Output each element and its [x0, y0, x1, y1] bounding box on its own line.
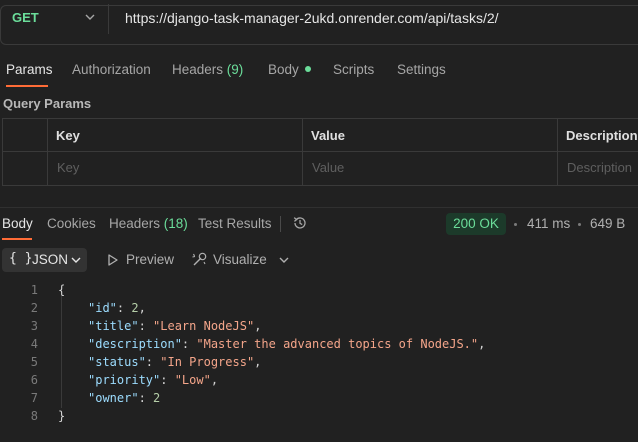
line-number: 1 [30, 283, 38, 297]
params-table-row-divider [2, 151, 638, 152]
code-line[interactable]: "status": "In Progress", [88, 355, 261, 369]
response-time[interactable]: 411 ms [527, 216, 570, 231]
history-icon[interactable] [292, 215, 308, 231]
tab-label: Headers [109, 216, 161, 231]
json-open-brace: { [58, 283, 66, 297]
query-params-title: Query Params [3, 96, 92, 111]
line-number: 3 [30, 319, 38, 333]
line-number: 6 [30, 373, 38, 387]
tab-label: Params [6, 62, 53, 77]
params-table-col-divider [47, 118, 48, 185]
json-value: "In Progress" [160, 355, 255, 369]
body-indicator-dot [304, 66, 311, 73]
code-line[interactable]: "priority": "Low", [88, 373, 218, 387]
description-input[interactable]: Description [567, 160, 632, 175]
tab-label: Settings [397, 62, 446, 77]
json-value: 2 [131, 301, 139, 315]
response-tab-cookies[interactable]: Cookies [47, 216, 96, 231]
json-key: "status" [88, 355, 146, 369]
code-line[interactable]: "description": "Master the advanced topi… [88, 337, 485, 351]
tab-label: Body [2, 216, 33, 231]
json-key: "id" [88, 301, 117, 315]
value-input[interactable]: Value [312, 160, 344, 175]
braces-icon: { } [9, 251, 33, 266]
active-tab-underline [6, 85, 48, 87]
tab-params[interactable]: Params [6, 62, 53, 77]
tab-label: Authorization [72, 62, 151, 77]
key-input[interactable]: Key [57, 160, 79, 175]
line-number: 2 [30, 301, 38, 315]
url-input[interactable]: https://django-task-manager-2ukd.onrende… [125, 10, 499, 26]
format-label: JSON [32, 252, 69, 267]
json-comma: , [210, 373, 219, 387]
json-key: "priority" [88, 373, 161, 387]
column-header-key: Key [56, 128, 80, 143]
headers-count: (18) [163, 216, 188, 231]
json-comma: , [138, 301, 146, 315]
line-number: 7 [30, 391, 38, 405]
chevron-down-icon[interactable] [84, 11, 96, 23]
tab-authorization[interactable]: Authorization [72, 62, 151, 77]
visualize-button[interactable]: Visualize [213, 252, 267, 267]
tab-label: Cookies [47, 216, 96, 231]
toolbar-separator [280, 216, 281, 232]
code-line[interactable]: "title": "Learn NodeJS", [88, 319, 261, 333]
line-number: 4 [30, 337, 38, 351]
json-value: "Master the advanced topics of NodeJS." [196, 337, 479, 351]
url-divider [108, 4, 109, 34]
code-line[interactable]: "id": 2, [88, 301, 146, 315]
meta-separator-dot [578, 223, 581, 226]
tab-scripts[interactable]: Scripts [333, 62, 374, 77]
json-close-brace: } [58, 409, 66, 423]
response-tab-body[interactable]: Body [2, 216, 33, 231]
json-key: "description" [88, 337, 182, 351]
chevron-down-icon [71, 257, 81, 263]
tab-label: Body [268, 62, 299, 77]
visualize-icon [192, 252, 207, 266]
json-comma: , [478, 337, 486, 351]
response-tab-test-results[interactable]: Test Results [198, 216, 272, 231]
params-table-col-divider [557, 118, 558, 185]
tab-settings[interactable]: Settings [397, 62, 446, 77]
line-number: 5 [30, 355, 38, 369]
headers-count: (9) [226, 62, 244, 77]
line-number: 8 [30, 409, 38, 423]
tab-headers[interactable]: Headers (9) [172, 62, 243, 77]
preview-button[interactable]: Preview [126, 252, 174, 267]
json-comma: , [254, 355, 262, 369]
pane-divider[interactable] [0, 207, 638, 208]
meta-separator-dot [514, 223, 517, 226]
tab-label: Test Results [198, 216, 272, 231]
method-select[interactable]: GET [12, 10, 39, 25]
json-key: "title" [88, 319, 139, 333]
status-badge[interactable]: 200 OK [446, 213, 506, 235]
tab-body[interactable]: Body [268, 62, 311, 77]
json-comma: , [254, 319, 262, 333]
play-icon [108, 254, 118, 266]
json-value: "Learn NodeJS" [153, 319, 255, 333]
chevron-down-icon[interactable] [278, 254, 290, 266]
json-value: 2 [153, 391, 161, 405]
json-key: "owner" [88, 391, 139, 405]
response-size[interactable]: 649 B [590, 216, 625, 231]
code-line[interactable]: { [58, 283, 65, 297]
column-header-value: Value [311, 128, 345, 143]
tab-label: Headers [172, 62, 224, 77]
tab-label: Scripts [333, 62, 375, 77]
code-line[interactable]: } [58, 409, 65, 423]
indent-guide [61, 296, 62, 408]
column-header-description: Description [566, 128, 638, 143]
response-tab-headers[interactable]: Headers (18) [109, 216, 188, 231]
json-value: "Low" [174, 373, 211, 387]
active-tab-underline [2, 238, 32, 240]
code-line[interactable]: "owner": 2 [88, 391, 160, 405]
params-table-col-divider [302, 118, 303, 185]
